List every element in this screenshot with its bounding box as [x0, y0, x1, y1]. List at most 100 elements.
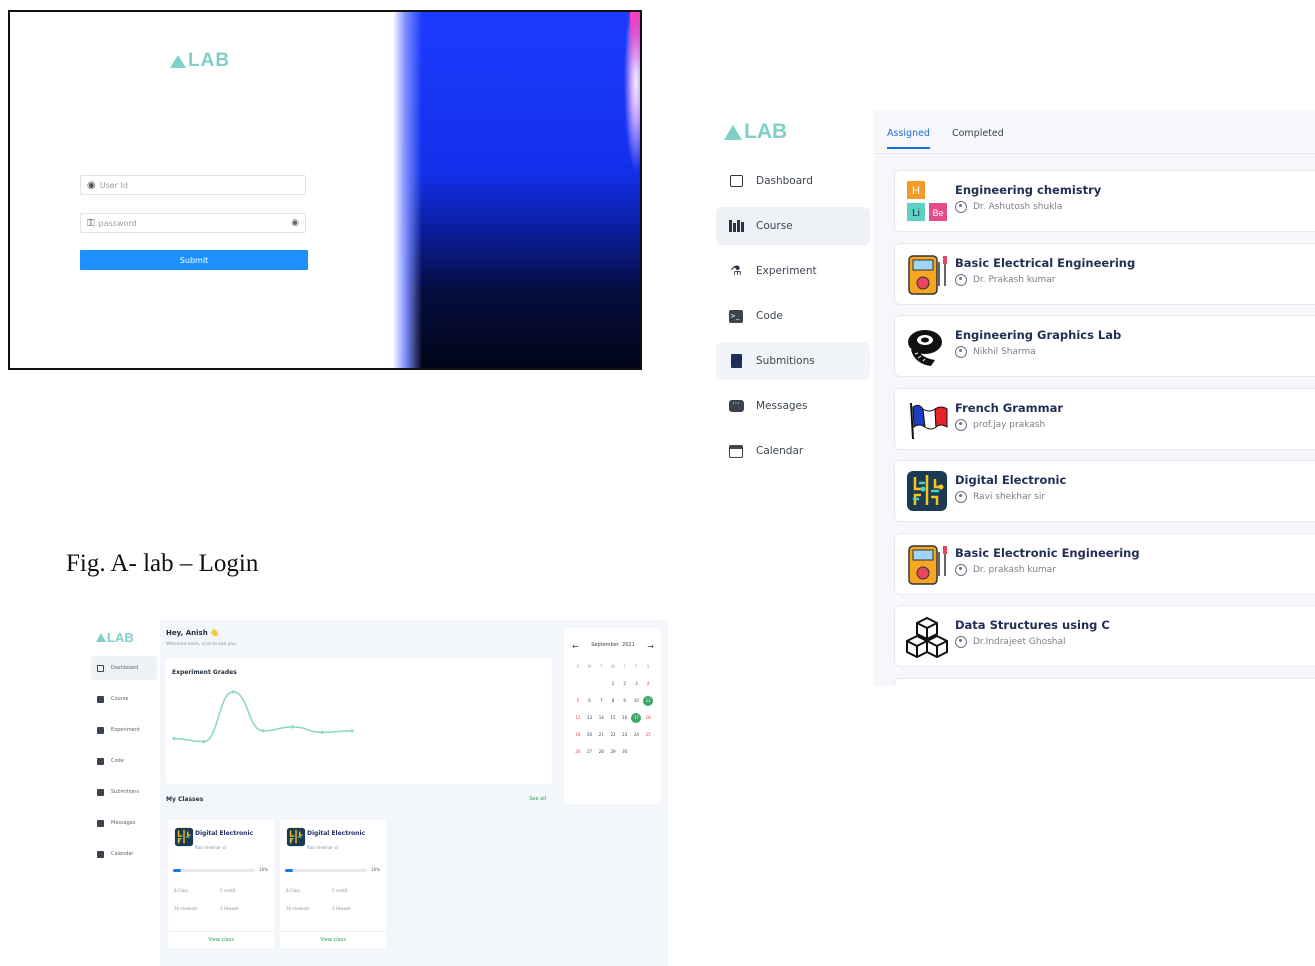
- calendar-day[interactable]: 14: [595, 713, 607, 723]
- sidebar-nav: Dashboard Course Experiment Code Submiti…: [91, 656, 157, 873]
- sidebar-item-label: Calendar: [111, 851, 134, 857]
- course-title: Digital Electronic: [955, 473, 1067, 487]
- login-form-area: LAB ◉ User Id ⚿ password ◉ Submit: [10, 12, 394, 368]
- calendar-day[interactable]: 6: [584, 696, 596, 706]
- calendar-day[interactable]: 29: [607, 747, 619, 757]
- sidebar-item-calendar[interactable]: Calendar: [716, 432, 870, 470]
- teacher-name: prof.jay prakash: [973, 419, 1046, 430]
- class-card[interactable]: Digital Electronic Ravi shekhar sir 10% …: [280, 820, 386, 948]
- submit-button[interactable]: Submit: [80, 250, 308, 270]
- sidebar-item-dashboard[interactable]: Dashboard: [716, 162, 870, 200]
- calendar-day[interactable]: 30: [619, 747, 631, 757]
- course-card[interactable]: [894, 677, 1315, 686]
- calendar-day[interactable]: 24: [631, 730, 643, 740]
- calendar-day[interactable]: 4: [642, 679, 654, 689]
- sidebar-item-experiment[interactable]: Experiment: [91, 718, 157, 742]
- class-students: 30 students: [174, 906, 198, 911]
- logo-triangle-icon: [96, 633, 106, 642]
- sidebar-item-label: Course: [756, 220, 793, 232]
- sidebar-item-dashboard[interactable]: Dashboard: [91, 656, 157, 680]
- sidebar-item-messages[interactable]: Messages: [91, 811, 157, 835]
- sidebar-item-submitions[interactable]: Submitions: [91, 780, 157, 804]
- svg-text:Be: Be: [932, 208, 943, 218]
- grades-point: [261, 729, 265, 733]
- calendar-day[interactable]: 20: [584, 730, 596, 740]
- sidebar-item-calendar[interactable]: Calendar: [91, 842, 157, 866]
- calendar-day[interactable]: 12: [572, 713, 584, 723]
- chat-icon: ···: [728, 398, 744, 414]
- course-card[interactable]: H Li Be Engineering chemistry Dr. Ashuto…: [894, 170, 1315, 232]
- calendar-grid: S M T W T F S 1 2 3 4 5 6 7 8 9 10 11 12 13 14 15 16 17 18 19 20 21…: [572, 662, 654, 757]
- course-title: Data Structures using C: [955, 618, 1110, 632]
- calendar-day[interactable]: 28: [595, 747, 607, 757]
- class-count: 8 Class: [174, 888, 189, 893]
- tab-assigned[interactable]: Assigned: [887, 128, 930, 149]
- calendar-day[interactable]: 8: [607, 696, 619, 706]
- teacher-name: Nikhil Sharma: [973, 347, 1036, 357]
- circuit-icon: [907, 471, 947, 511]
- class-hours: 3 H/week: [332, 906, 351, 911]
- person-icon: [955, 346, 967, 358]
- user-id-field[interactable]: ◉ User Id: [80, 175, 306, 195]
- teacher-name: Ravi shekhar sir: [973, 492, 1046, 502]
- see-all-link[interactable]: See all: [529, 796, 546, 802]
- calendar-day[interactable]: 10: [631, 696, 643, 706]
- sidebar-item-messages[interactable]: ··· Messages: [716, 387, 870, 425]
- sidebar: LAB Dashboard Course ⚗ Experiment >_ Cod…: [714, 110, 874, 686]
- course-card[interactable]: Basic Electronic Engineering Dr. prakash…: [894, 532, 1315, 595]
- course-teacher: Ravi shekhar sir: [955, 491, 1045, 503]
- course-card[interactable]: Engineering Graphics Lab Nikhil Sharma: [894, 315, 1315, 377]
- circuit-icon: [286, 827, 306, 847]
- course-card[interactable]: Digital Electronic Ravi shekhar sir: [894, 460, 1315, 522]
- class-card[interactable]: Digital Electronic Ravi shekhar sir 10% …: [168, 820, 274, 948]
- sidebar-item-course[interactable]: Course: [716, 207, 870, 245]
- calendar-day[interactable]: 19: [572, 730, 584, 740]
- calendar-day[interactable]: 25: [642, 730, 654, 740]
- course-card[interactable]: Basic Electrical Engineering Dr. Prakash…: [894, 242, 1315, 305]
- tab-completed[interactable]: Completed: [952, 128, 1004, 149]
- calendar-day[interactable]: 11: [643, 696, 654, 706]
- eye-icon[interactable]: ◉: [291, 218, 299, 228]
- view-class-button[interactable]: View class: [168, 931, 274, 948]
- calendar-day[interactable]: 5: [572, 696, 584, 706]
- calendar-day[interactable]: 26: [572, 747, 584, 757]
- calendar-day[interactable]: 21: [595, 730, 607, 740]
- calendar-weekday: T: [623, 664, 626, 669]
- calendar-day[interactable]: 17: [631, 713, 642, 723]
- calendar-day[interactable]: 1: [607, 679, 619, 689]
- calendar-day[interactable]: 2: [619, 679, 631, 689]
- calendar-day[interactable]: 23: [619, 730, 631, 740]
- logo-text: LAB: [188, 50, 231, 71]
- sidebar-item-course[interactable]: Course: [91, 687, 157, 711]
- calendar-day[interactable]: 16: [619, 713, 631, 723]
- person-icon: [955, 636, 967, 648]
- view-class-button[interactable]: View class: [280, 931, 386, 948]
- calendar-day[interactable]: 7: [595, 696, 607, 706]
- calendar-day[interactable]: 18: [642, 713, 654, 723]
- calendar-day[interactable]: 9: [619, 696, 631, 706]
- grades-point: [291, 725, 295, 729]
- calendar-day[interactable]: 15: [607, 713, 619, 723]
- arrow-right-icon[interactable]: →: [647, 642, 654, 651]
- sidebar-item-label: Code: [756, 310, 783, 322]
- user-id-placeholder: User Id: [99, 180, 128, 190]
- course-card[interactable]: French Grammar prof.jay prakash: [894, 387, 1315, 450]
- calendar-day[interactable]: 13: [584, 713, 596, 723]
- calendar-day[interactable]: 22: [607, 730, 619, 740]
- books-icon: [728, 218, 744, 234]
- sidebar-item-code[interactable]: Code: [91, 749, 157, 773]
- sidebar-item-submitions[interactable]: Submitions: [716, 342, 870, 380]
- sidebar-item-experiment[interactable]: ⚗ Experiment: [716, 252, 870, 290]
- sidebar: LAB Dashboard Course Experiment Code Sub…: [88, 620, 160, 966]
- calendar-day[interactable]: 27: [584, 747, 596, 757]
- arrow-left-icon[interactable]: ←: [572, 642, 579, 651]
- multimeter-icon: [908, 254, 947, 295]
- password-field[interactable]: ⚿ password ◉: [80, 213, 306, 233]
- calendar-icon: [728, 443, 744, 459]
- course-teacher: Dr.Indrajeet Ghoshal: [955, 636, 1066, 648]
- sidebar-item-code[interactable]: >_ Code: [716, 297, 870, 335]
- calendar-day[interactable]: 3: [631, 679, 643, 689]
- course-card[interactable]: Data Structures using C Dr.Indrajeet Gho…: [894, 605, 1315, 667]
- terminal-icon: [97, 757, 104, 765]
- sidebar-item-label: Submitions: [111, 789, 139, 795]
